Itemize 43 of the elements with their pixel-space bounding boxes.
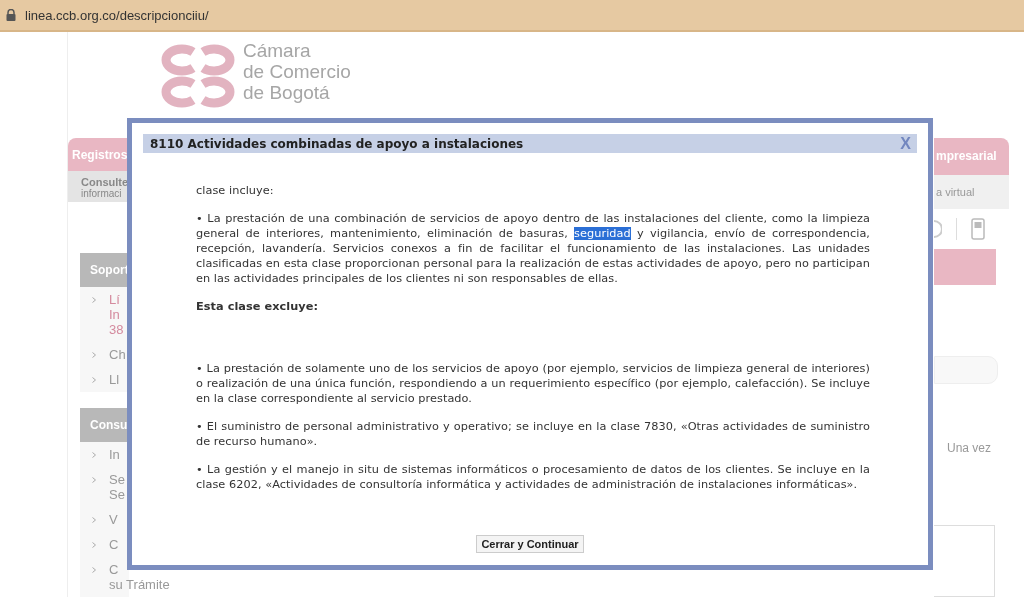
phone-icon[interactable] — [971, 217, 985, 240]
banner — [934, 248, 996, 286]
section-heading: Esta clase excluye: — [196, 299, 319, 314]
chevron-icon — [92, 567, 96, 573]
close-continue-button[interactable]: Cerrar y Continuar — [476, 535, 584, 553]
menu-item[interactable]: Ch — [109, 347, 126, 362]
dialog-title: 8110 Actividades combinadas de apoyo a instalaciones — [150, 136, 524, 151]
tab-panel: a virtual — [934, 174, 1009, 209]
paragraph: • La prestación de solamente uno de los servicios de apoyo (por ejemplo, servicios de limpieza general de interiores) o realización de una única función, respondiendo a un requerimiento específico (por ejemplo, calefacción). Se incluye en la clase correspondiente al servicio prestado. — [196, 361, 870, 406]
logo-text: Cámara — [243, 40, 312, 61]
chevron-icon — [92, 477, 96, 483]
chevron-icon — [92, 542, 96, 548]
logo-text: de Comercio — [243, 61, 351, 82]
menu-item[interactable]: V — [109, 512, 118, 527]
body-text: Una vez — [947, 441, 993, 456]
chevron-icon — [92, 297, 96, 303]
chevron-icon — [92, 517, 96, 523]
nav-tab[interactable]: mpresarial — [934, 138, 1009, 175]
menu-item[interactable]: Se Se — [109, 472, 125, 502]
menu-item[interactable]: C — [109, 537, 119, 552]
menu-item[interactable]: C su Trámite — [109, 562, 170, 592]
content-panel — [934, 525, 995, 597]
close-button[interactable]: X — [900, 135, 911, 152]
chevron-icon — [92, 452, 96, 458]
nav-tab[interactable]: Registros — [68, 138, 129, 172]
menu-item[interactable]: Ll — [109, 372, 120, 387]
address-bar[interactable]: linea.ccb.org.co/descripcionciiu/ — [0, 0, 1024, 32]
chevron-icon — [92, 377, 96, 383]
chevron-icon — [92, 352, 96, 358]
url-text: linea.ccb.org.co/descripcionciiu/ — [25, 7, 209, 23]
menu-item[interactable]: In — [109, 447, 120, 462]
logo-text: de Bogotá — [243, 82, 331, 103]
paragraph: • El suministro de personal administrativo y operativo; se incluye en la clase 7830, «Otras actividades de suministro de recurso humano». — [196, 419, 870, 449]
lock-icon — [6, 9, 16, 21]
section-header: Consu — [80, 408, 129, 442]
paragraph: clase incluye: — [196, 183, 275, 198]
search-field[interactable] — [934, 356, 998, 385]
menu-item[interactable]: Lí In 38 — [109, 292, 124, 337]
paragraph: • La prestación de una combinación de servicios de apoyo dentro de las instalaciones del cliente, como la limpieza general de interiores, mantenimiento, eliminación de basuras, seguridad y vigilancia, envío de correspondencia, recepción, lavandería. Servicios conexos a fin de facilitar el funcionamiento de las instalaciones. Las unidades clasificadas en esta clase proporcionan personal para la realización de estas actividades de apoyo, pero no participan en las actividades principales de los clientes ni son responsables de ellas. — [196, 211, 870, 286]
panel-text: informaci — [81, 188, 123, 200]
section-header: Soport — [80, 253, 129, 287]
panel-title: Consulte — [81, 176, 129, 189]
paragraph: • La gestión y el manejo in situ de sistemas informáticos o procesamiento de datos de los clientes. Se incluye en la clase 6202, «Actividades de consultoría informática y actividades de administración de instalaciones informáticas». — [196, 462, 870, 492]
